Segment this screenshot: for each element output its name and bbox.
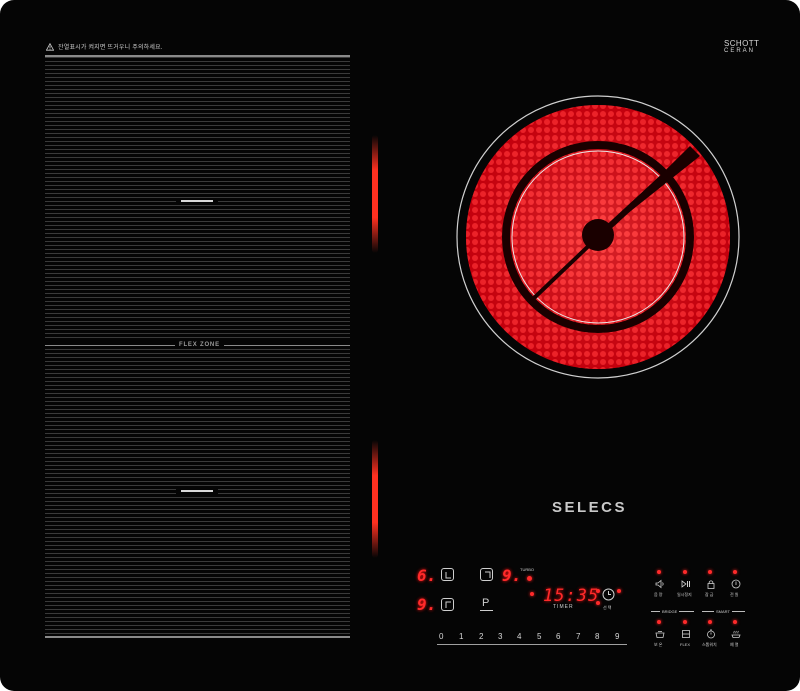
timer-select-label: 선 택 bbox=[603, 605, 612, 610]
pause-indicator bbox=[683, 570, 687, 574]
zone-rear-left-icon bbox=[445, 601, 451, 608]
brand-logo: SELECS bbox=[552, 499, 628, 516]
zone-bottom-edge bbox=[45, 636, 350, 638]
slider-level-9: 9 bbox=[615, 632, 620, 641]
stopwatch-indicator bbox=[708, 620, 712, 624]
slider-level-5: 5 bbox=[537, 632, 542, 641]
lock-label: 잠 금 bbox=[705, 592, 714, 597]
pause-key-label: P bbox=[482, 597, 490, 609]
power-level-slider[interactable]: 0 1 2 3 4 5 6 7 8 9 bbox=[437, 632, 627, 646]
flex-grid-icon[interactable] bbox=[681, 629, 691, 639]
rear-zone-select-key[interactable] bbox=[441, 598, 454, 611]
radiant-burner bbox=[456, 95, 740, 379]
flex-label: FLEX bbox=[680, 642, 691, 647]
preheat-indicator bbox=[733, 620, 737, 624]
power-icon[interactable] bbox=[731, 579, 741, 589]
rear-zone-level-display: 9. bbox=[417, 595, 437, 614]
bridge-section-label: BRIDGE bbox=[660, 609, 680, 614]
flex-zone-label: FLEX ZONE bbox=[175, 342, 224, 348]
slider-level-3: 3 bbox=[498, 632, 503, 641]
warm-indicator bbox=[657, 620, 661, 624]
cooktop-surface: 잔열표시가 켜지면 뜨거우니 주의하세요. SCHOTT CERAN FLEX … bbox=[0, 0, 800, 691]
flex-indicator bbox=[683, 620, 687, 624]
turbo-indicator bbox=[527, 576, 532, 581]
brand-ceran: CERAN bbox=[724, 48, 756, 54]
auto-timer-icon[interactable] bbox=[706, 629, 716, 639]
warning-icon bbox=[46, 42, 54, 51]
lock-indicator bbox=[708, 570, 712, 574]
slider-level-0: 0 bbox=[439, 632, 444, 641]
slider-level-2: 2 bbox=[479, 632, 484, 641]
zone-front-left-icon bbox=[445, 572, 451, 579]
timer-display: 15:35 bbox=[543, 586, 600, 606]
timer-zone-dot-c bbox=[617, 589, 621, 593]
zone-front-right-icon bbox=[485, 571, 491, 578]
play-pause-icon[interactable] bbox=[681, 579, 691, 589]
volume-indicator bbox=[657, 570, 661, 574]
slider-level-7: 7 bbox=[576, 632, 581, 641]
warning-notice: 잔열표시가 켜지면 뜨거우니 주의하세요. bbox=[46, 42, 163, 51]
residual-heat-indicator-rear bbox=[372, 135, 378, 253]
slider-level-1: 1 bbox=[459, 632, 464, 641]
right-zone-level-display: 9. bbox=[502, 566, 522, 585]
slider-level-6: 6 bbox=[556, 632, 561, 641]
residual-heat-indicator-front bbox=[372, 440, 378, 558]
timer-label: TIMER bbox=[553, 604, 574, 610]
front-zone-level-display: 6. bbox=[417, 566, 437, 585]
pause-key[interactable]: P bbox=[480, 597, 493, 611]
power-label: 전 원 bbox=[730, 592, 739, 597]
slider-level-4: 4 bbox=[517, 632, 522, 641]
volume-label: 음 량 bbox=[654, 592, 663, 597]
turbo-label: TURBO bbox=[520, 567, 534, 572]
power-indicator bbox=[733, 570, 737, 574]
stopwatch-label: 스톱워치 bbox=[702, 642, 717, 647]
smart-section-label: SMART bbox=[714, 609, 732, 614]
lock-icon[interactable] bbox=[706, 579, 716, 589]
warning-text: 잔열표시가 켜지면 뜨거우니 주의하세요. bbox=[58, 45, 163, 51]
clock-icon[interactable] bbox=[602, 588, 615, 601]
rear-center-marker bbox=[176, 198, 218, 204]
timer-zone-dot-a bbox=[596, 589, 600, 593]
slider-track bbox=[437, 644, 627, 645]
keep-warm-icon[interactable] bbox=[731, 629, 741, 639]
warm-label: 보 온 bbox=[654, 642, 663, 647]
front-center-marker bbox=[176, 488, 218, 494]
front-zone-select-key[interactable] bbox=[441, 568, 454, 581]
preheat-label: 예 열 bbox=[730, 642, 739, 647]
speaker-icon[interactable] bbox=[655, 579, 665, 589]
pause-function-label: 일시정지 bbox=[677, 592, 692, 597]
brand-schott: SCHOTT bbox=[724, 39, 760, 48]
timer-zone-dot-b bbox=[596, 601, 600, 605]
timer-minus-dot bbox=[530, 592, 534, 596]
slider-level-8: 8 bbox=[595, 632, 600, 641]
right-front-zone-select-key[interactable] bbox=[480, 568, 493, 581]
flex-induction-zone: FLEX ZONE bbox=[45, 55, 350, 638]
pot-icon[interactable] bbox=[655, 629, 665, 639]
